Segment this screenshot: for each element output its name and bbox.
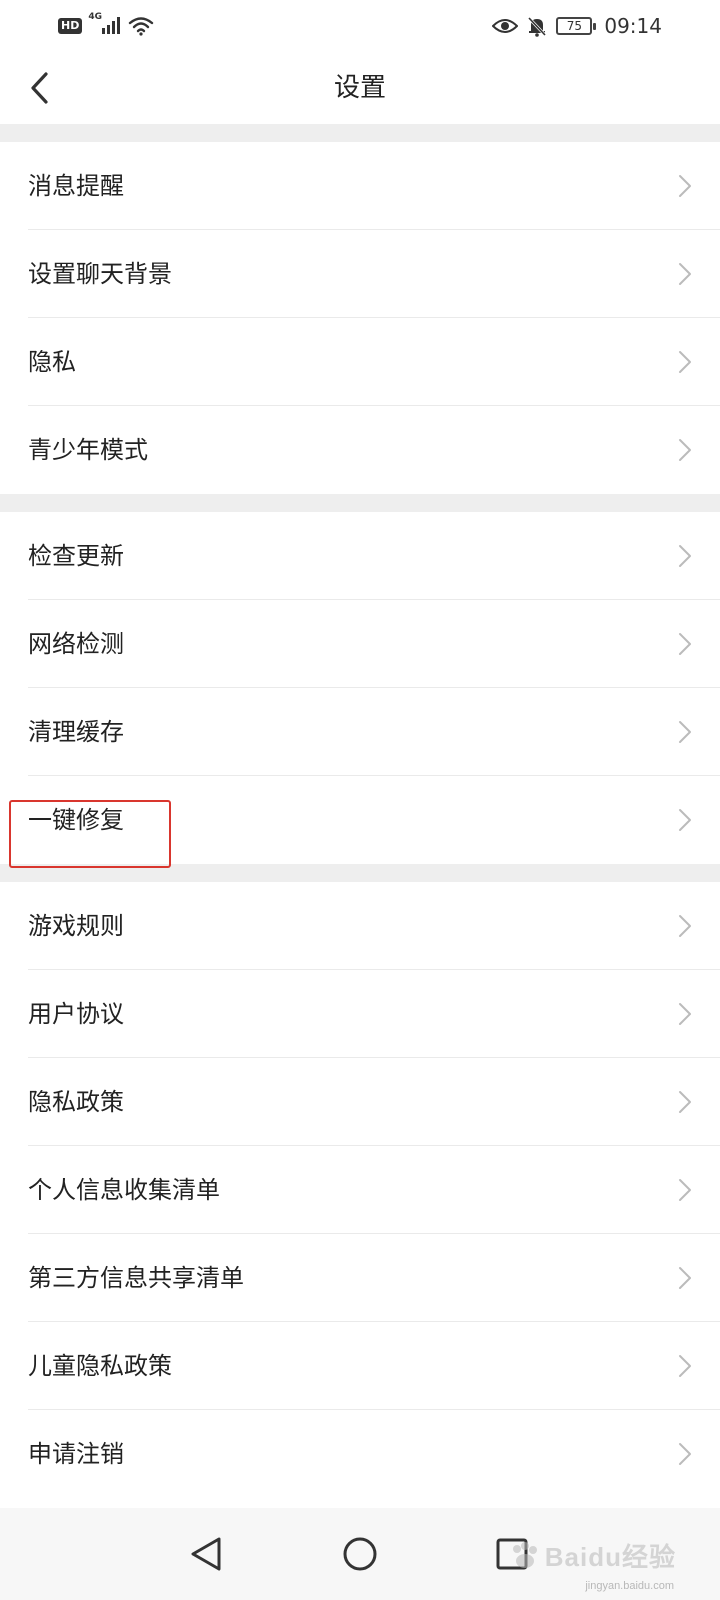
chevron-right-icon	[679, 351, 691, 373]
list-item-label: 一键修复	[28, 806, 124, 834]
list-item-label: 检查更新	[28, 542, 124, 570]
settings-item-check-update[interactable]: 检查更新	[0, 512, 720, 600]
chevron-right-icon	[679, 1003, 691, 1025]
list-item-label: 用户协议	[28, 1000, 124, 1028]
chevron-right-icon	[679, 915, 691, 937]
chevron-right-icon	[679, 721, 691, 743]
nav-home-button[interactable]	[336, 1530, 384, 1578]
settings-item-privacy-policy[interactable]: 隐私政策	[0, 1058, 720, 1146]
list-item-label: 隐私	[28, 348, 76, 376]
page-title: 设置	[333, 73, 386, 103]
settings-item-cancel-account[interactable]: 申请注销	[0, 1410, 720, 1498]
section-gap	[0, 864, 720, 882]
list-item-label: 清理缓存	[28, 718, 124, 746]
settings-item-child-privacy[interactable]: 儿童隐私政策	[0, 1322, 720, 1410]
settings-item-user-agreement[interactable]: 用户协议	[0, 970, 720, 1058]
status-right: 75 09:14	[492, 12, 662, 40]
list-item-label: 个人信息收集清单	[28, 1176, 220, 1204]
chevron-right-icon	[679, 1355, 691, 1377]
network-type: 4G	[88, 12, 102, 22]
nav-back-button[interactable]	[182, 1530, 230, 1578]
settings-item-network-check[interactable]: 网络检测	[0, 600, 720, 688]
chevron-right-icon	[679, 263, 691, 285]
settings-item-youth-mode[interactable]: 青少年模式	[0, 406, 720, 494]
watermark-subtext: jingyan.baidu.com	[585, 1580, 674, 1592]
system-nav-bar: Baidu经验 jingyan.baidu.com	[0, 1508, 720, 1600]
list-item-label: 申请注销	[28, 1440, 124, 1468]
chevron-right-icon	[679, 1443, 691, 1465]
section-gap	[0, 494, 720, 512]
bell-off-icon	[526, 15, 548, 37]
settings-item-one-click-repair[interactable]: 一键修复	[0, 776, 720, 864]
settings-item-third-party-sharing[interactable]: 第三方信息共享清单	[0, 1234, 720, 1322]
chevron-right-icon	[679, 1091, 691, 1113]
signal-icon: 4G	[88, 12, 122, 36]
app-header: 设置	[0, 52, 720, 124]
status-bar: HD 4G 75 09:14	[0, 0, 720, 52]
chevron-right-icon	[679, 439, 691, 461]
settings-item-privacy[interactable]: 隐私	[0, 318, 720, 406]
watermark-text: Baidu经验	[544, 1542, 676, 1572]
wifi-icon	[128, 16, 154, 36]
home-circle-icon	[343, 1537, 377, 1571]
chevron-right-icon	[679, 545, 691, 567]
chevron-right-icon	[679, 1267, 691, 1289]
battery-icon: 75	[556, 17, 597, 35]
paw-icon	[512, 1541, 537, 1568]
hd-badge: HD	[58, 18, 83, 34]
status-time: 09:14	[604, 14, 662, 38]
settings-item-chat-background[interactable]: 设置聊天背景	[0, 230, 720, 318]
list-item-label: 儿童隐私政策	[28, 1352, 172, 1380]
back-triangle-icon	[191, 1537, 221, 1571]
chevron-right-icon	[679, 1179, 691, 1201]
list-item-label: 青少年模式	[28, 436, 148, 464]
status-left: HD 4G	[58, 12, 154, 39]
chevron-right-icon	[679, 175, 691, 197]
eye-icon	[492, 17, 519, 35]
watermark: Baidu经验	[509, 1537, 676, 1574]
list-item-label: 隐私政策	[28, 1088, 124, 1116]
chevron-right-icon	[679, 809, 691, 831]
list-item-label: 第三方信息共享清单	[28, 1264, 244, 1292]
list-item-label: 设置聊天背景	[28, 260, 172, 288]
section-gap	[0, 124, 720, 142]
list-item-label: 网络检测	[28, 630, 124, 658]
settings-item-message-reminder[interactable]: 消息提醒	[0, 142, 720, 230]
settings-item-personal-info-list[interactable]: 个人信息收集清单	[0, 1146, 720, 1234]
settings-item-game-rules[interactable]: 游戏规则	[0, 882, 720, 970]
settings-item-clear-cache[interactable]: 清理缓存	[0, 688, 720, 776]
list-item-label: 游戏规则	[28, 912, 124, 940]
chevron-right-icon	[679, 633, 691, 655]
list-item-label: 消息提醒	[28, 172, 124, 200]
